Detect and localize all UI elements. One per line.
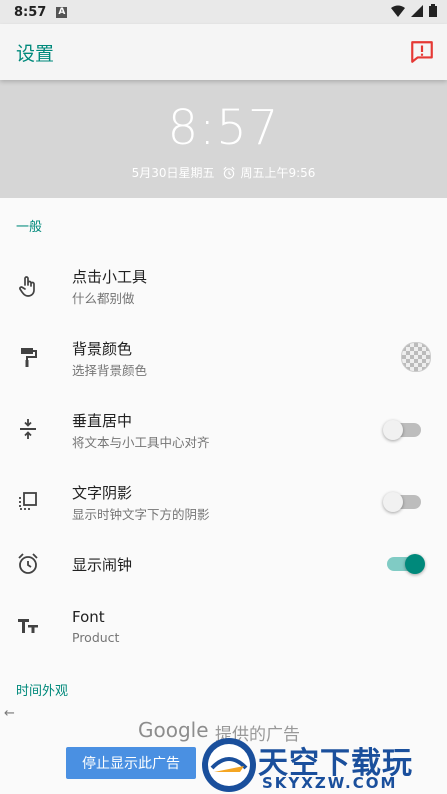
preview-alarm: 周五上午9:56 <box>240 166 316 180</box>
battery-icon <box>429 4 437 17</box>
status-indicators <box>391 4 437 17</box>
setting-title: 垂直居中 <box>72 412 133 430</box>
alarm-icon <box>223 166 236 179</box>
wifi-icon <box>391 5 405 17</box>
section-header-general: 一般 <box>16 220 43 235</box>
setting-tap-widget[interactable]: 点击小工具 什么都别做 <box>0 250 447 322</box>
setting-title: 点击小工具 <box>72 268 148 286</box>
setting-font[interactable]: Font Product <box>0 590 447 662</box>
text-shadow-switch[interactable] <box>383 492 421 512</box>
paint-roller-icon <box>21 348 37 367</box>
setting-vertical-center[interactable]: 垂直居中 将文本与小工具中心对齐 <box>0 394 447 466</box>
setting-title: 文字阴影 <box>72 484 133 502</box>
switch-thumb <box>383 420 403 440</box>
google-logo: Google <box>138 718 209 742</box>
feedback-icon[interactable] <box>409 39 435 65</box>
page-title: 设置 <box>16 43 55 65</box>
vertical-center-switch[interactable] <box>383 420 421 440</box>
alarm-icon <box>18 553 38 574</box>
setting-show-alarm[interactable]: 显示闹钟 <box>0 538 447 590</box>
touch-icon <box>19 276 35 297</box>
app-bar: 设置 <box>0 24 447 80</box>
setting-summary: 将文本与小工具中心对齐 <box>72 435 210 450</box>
preview-clock-subline: 5月30日星期五 周五上午9:56 <box>0 164 447 181</box>
status-time: 8:57 <box>14 4 47 20</box>
back-arrow-icon[interactable]: ← <box>4 706 15 721</box>
watermark-logo-icon <box>202 738 256 792</box>
preview-clock-time: 8:57 <box>167 100 280 156</box>
text-fields-icon <box>18 619 38 633</box>
signal-icon <box>411 4 423 17</box>
notification-icon: A <box>56 6 68 18</box>
switch-thumb <box>405 554 425 574</box>
setting-summary: 显示时钟文字下方的阴影 <box>72 507 210 522</box>
show-alarm-switch[interactable] <box>387 554 425 574</box>
setting-title: 背景颜色 <box>72 340 133 358</box>
setting-summary: Product <box>72 630 120 645</box>
preview-date: 5月30日星期五 <box>131 166 215 180</box>
setting-text-shadow[interactable]: 文字阴影 显示时钟文字下方的阴影 <box>0 466 447 538</box>
switch-thumb <box>383 492 403 512</box>
status-bar: 8:57 A <box>0 0 447 24</box>
clock-preview: 8:57 5月30日星期五 周五上午9:56 <box>0 80 447 198</box>
setting-background-color[interactable]: 背景颜色 选择背景颜色 <box>0 322 447 394</box>
setting-title: 显示闹钟 <box>72 556 133 574</box>
vertical-align-center-icon <box>20 419 36 439</box>
shadow-icon <box>19 492 37 510</box>
ad-banner: ← Google 提供的广告 停止显示此广告 天空下载玩 SKYXZW.COM <box>0 700 447 794</box>
setting-title: Font <box>72 608 105 626</box>
section-header-time-appearance: 时间外观 <box>16 684 69 699</box>
color-swatch[interactable] <box>401 342 431 372</box>
setting-summary: 什么都别做 <box>72 291 135 306</box>
setting-summary: 选择背景颜色 <box>72 363 148 378</box>
watermark-url: SKYXZW.COM <box>262 774 398 792</box>
stop-ad-button[interactable]: 停止显示此广告 <box>66 747 196 779</box>
